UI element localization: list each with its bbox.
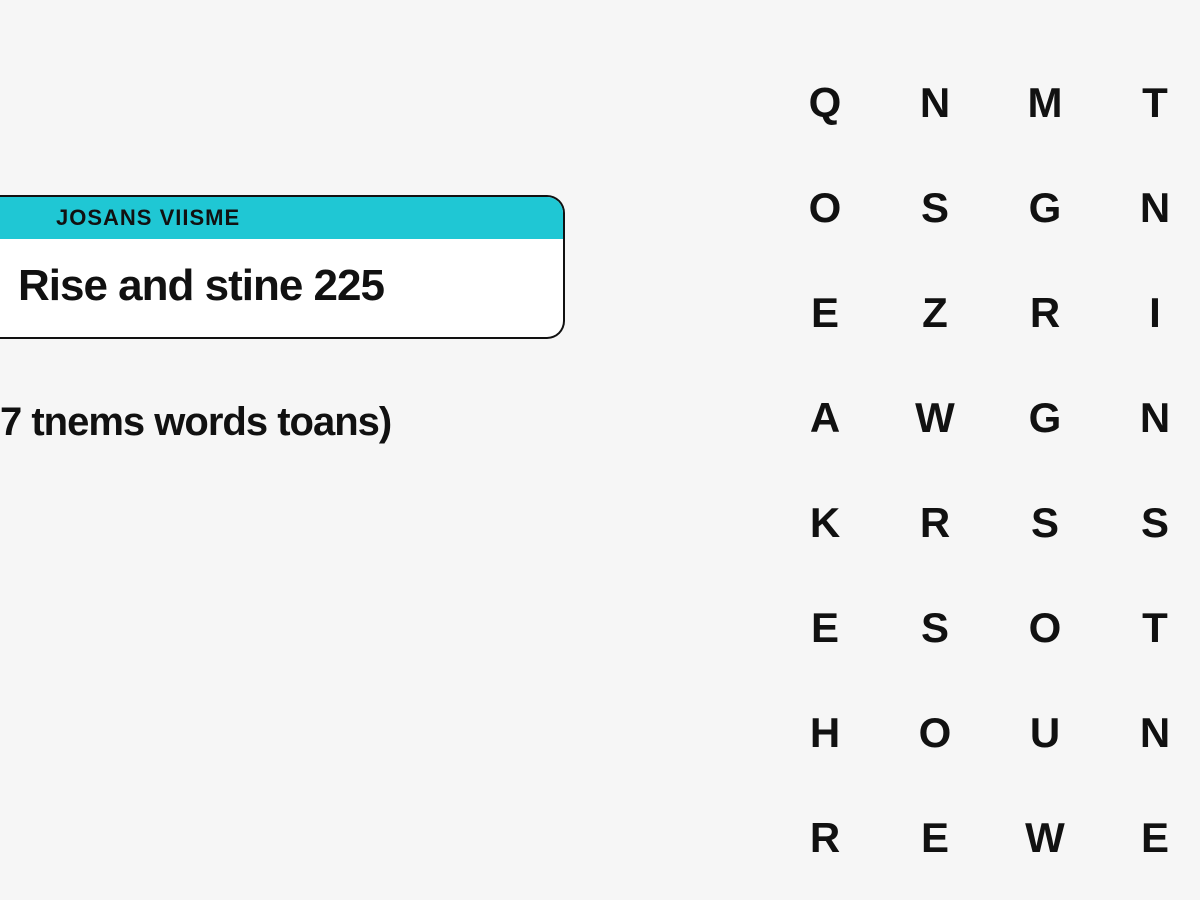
grid-cell[interactable]: W (990, 785, 1100, 890)
grid-cell[interactable]: E (770, 575, 880, 680)
grid-cell[interactable]: T (1100, 575, 1200, 680)
grid-cell[interactable]: I (1100, 260, 1200, 365)
grid-cell[interactable]: S (880, 575, 990, 680)
grid-cell[interactable]: U (990, 680, 1100, 785)
grid-cell[interactable]: G (990, 365, 1100, 470)
grid-cell[interactable]: S (1100, 470, 1200, 575)
card-header-label: JOSANS VIISME (0, 197, 563, 239)
grid-cell[interactable]: Z (880, 260, 990, 365)
grid-cell[interactable]: O (770, 155, 880, 260)
puzzle-info-card: JOSANS VIISME Rise and stine 225 (0, 195, 565, 339)
grid-cell[interactable]: H (770, 680, 880, 785)
grid-cell[interactable]: R (990, 260, 1100, 365)
grid-cell[interactable]: K (770, 470, 880, 575)
grid-cell[interactable]: O (990, 575, 1100, 680)
grid-cell[interactable]: Q (770, 50, 880, 155)
grid-cell[interactable]: N (1100, 680, 1200, 785)
grid-cell[interactable]: E (1100, 785, 1200, 890)
grid-cell[interactable]: W (880, 365, 990, 470)
grid-cell[interactable]: R (880, 470, 990, 575)
puzzle-subtitle: 7 tnems words toans) (0, 400, 391, 445)
grid-cell[interactable]: M (990, 50, 1100, 155)
grid-cell[interactable]: S (880, 155, 990, 260)
grid-cell[interactable]: O (880, 680, 990, 785)
grid-cell[interactable]: E (880, 785, 990, 890)
grid-cell[interactable]: N (1100, 155, 1200, 260)
letter-grid: Q N M T O S G N E Z R I A W G N K R S S … (770, 50, 1200, 890)
grid-cell[interactable]: T (1100, 50, 1200, 155)
grid-cell[interactable]: A (770, 365, 880, 470)
puzzle-title: Rise and stine 225 (0, 239, 563, 337)
grid-cell[interactable]: N (1100, 365, 1200, 470)
grid-cell[interactable]: N (880, 50, 990, 155)
grid-cell[interactable]: G (990, 155, 1100, 260)
grid-cell[interactable]: E (770, 260, 880, 365)
grid-cell[interactable]: R (770, 785, 880, 890)
grid-cell[interactable]: S (990, 470, 1100, 575)
